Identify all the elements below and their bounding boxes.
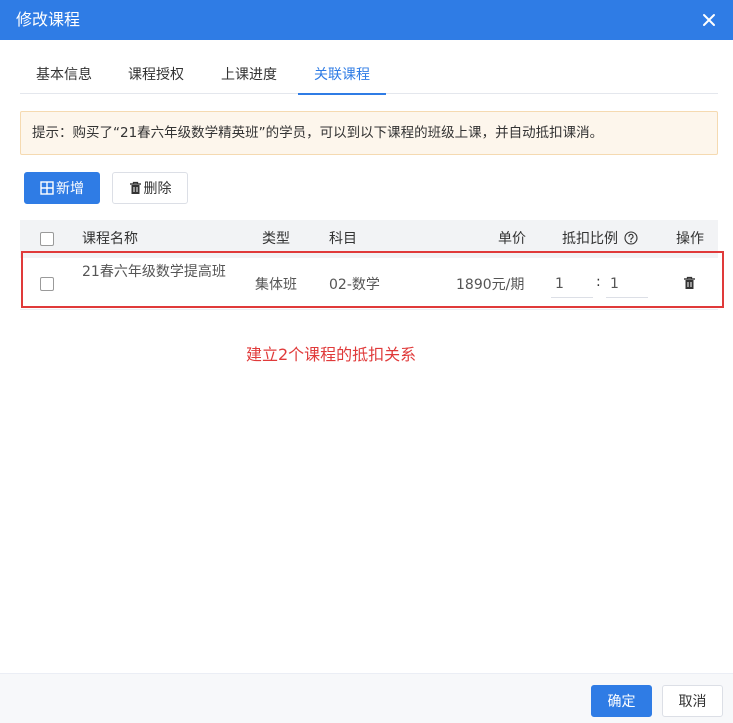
table-row: 21春六年级数学提高班 集体班 02-数学 1890元/期 :	[20, 258, 718, 310]
select-all-checkbox[interactable]	[40, 232, 54, 246]
row-type: 集体班	[255, 277, 297, 293]
ratio-separator: :	[596, 274, 601, 290]
tab-linked-courses[interactable]: 关联课程	[298, 60, 386, 95]
delete-button[interactable]: 删除	[112, 172, 188, 204]
confirm-button[interactable]: 确定	[591, 685, 652, 717]
cancel-button[interactable]: 取消	[662, 685, 723, 717]
ratio-left-input[interactable]	[551, 270, 593, 298]
header-action: 操作	[676, 231, 704, 247]
hint-text: 提示：购买了“21春六年级数学精英班”的学员，可以到以下课程的班级上课，并自动抵…	[32, 125, 604, 141]
tab-course-authorization[interactable]: 课程授权	[128, 60, 184, 94]
header-course-name: 课程名称	[82, 231, 138, 247]
row-checkbox[interactable]	[40, 277, 54, 291]
row-price: 1890元/期	[456, 277, 525, 293]
confirm-button-label: 确定	[607, 694, 636, 710]
add-button-label: 新增	[56, 181, 84, 197]
row-course-name: 21春六年级数学提高班	[82, 264, 226, 280]
row-subject: 02-数学	[329, 277, 380, 293]
annotation-text: 建立2个课程的抵扣关系	[246, 345, 417, 364]
table-header: 课程名称 类型 科目 单价 抵扣比例 操作	[20, 220, 718, 258]
cancel-button-label: 取消	[678, 694, 707, 710]
header-type: 类型	[262, 231, 290, 247]
dialog-title: 修改课程	[16, 10, 81, 29]
tab-basic-info[interactable]: 基本信息	[36, 60, 92, 94]
ratio-right-input[interactable]	[606, 270, 648, 298]
add-button[interactable]: 新增	[24, 172, 100, 204]
close-icon[interactable]	[695, 6, 723, 34]
hint-banner: 提示：购买了“21春六年级数学精英班”的学员，可以到以下课程的班级上课，并自动抵…	[20, 111, 718, 155]
dialog-footer: 确定 取消	[0, 673, 733, 723]
tab-bar: 基本信息 课程授权 上课进度 关联课程	[20, 60, 718, 95]
delete-button-label: 删除	[143, 181, 172, 197]
dialog-titlebar: 修改课程	[0, 0, 733, 40]
question-circle-icon[interactable]	[624, 222, 639, 260]
grid-plus-icon	[40, 181, 54, 195]
header-subject: 科目	[329, 231, 357, 247]
header-ratio-label: 抵扣比例	[562, 231, 618, 247]
header-price: 单价	[498, 231, 526, 247]
trash-icon[interactable]	[683, 276, 696, 294]
tab-class-progress[interactable]: 上课进度	[221, 60, 277, 94]
header-ratio: 抵扣比例	[562, 220, 639, 260]
trash-icon	[129, 181, 142, 195]
